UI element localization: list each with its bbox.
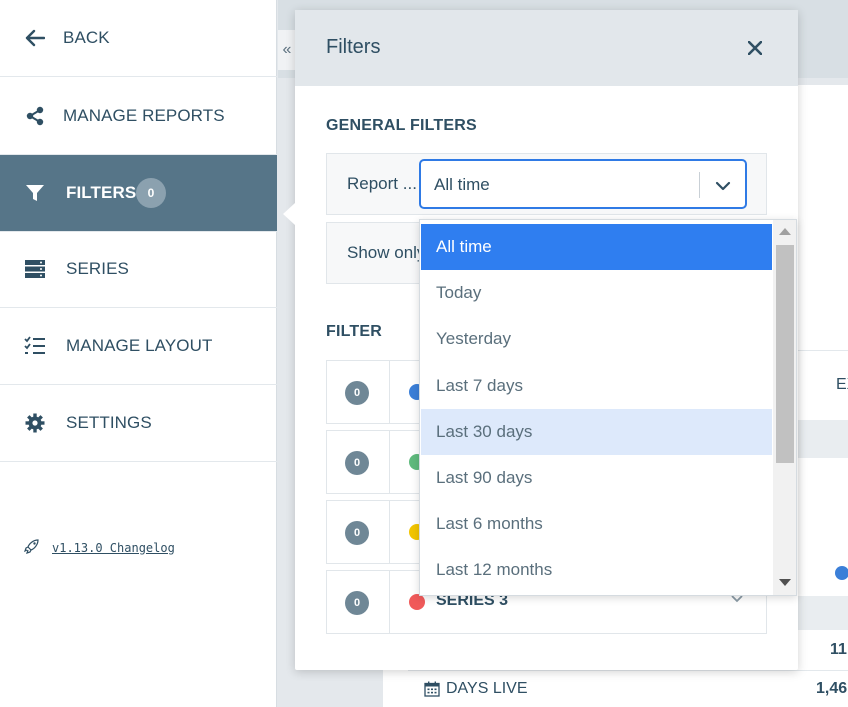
- back-button[interactable]: BACK: [0, 0, 277, 77]
- sidebar-item-label: FILTERS: [66, 183, 137, 202]
- sidebar-item-label: MANAGE REPORTS: [63, 106, 225, 125]
- divider: [389, 501, 390, 563]
- report-period-label: Report ...: [347, 174, 417, 193]
- report-period-dropdown: All time Today Yesterday Last 7 days Las…: [419, 219, 797, 596]
- changelog-text[interactable]: v1.13.0 Changelog: [52, 541, 175, 555]
- dropdown-option[interactable]: All time: [421, 224, 772, 270]
- dropdown-scrollbar[interactable]: [773, 220, 796, 595]
- close-icon[interactable]: [745, 36, 765, 60]
- dropdown-option[interactable]: Last 12 months: [421, 547, 772, 593]
- divider: [389, 431, 390, 493]
- series-filter-count: 0: [345, 591, 369, 615]
- sidebar-item-series[interactable]: SERIES: [0, 231, 277, 308]
- general-filters-heading: GENERAL FILTERS: [326, 117, 477, 134]
- series-color-dot: [409, 594, 425, 610]
- series-filter-count: 0: [345, 521, 369, 545]
- sidebar-item-filters[interactable]: FILTERS 0: [0, 155, 277, 232]
- modal-header: Filters: [295, 10, 798, 86]
- dropdown-option[interactable]: Yesterday: [421, 316, 772, 362]
- series-color-dot: [835, 566, 848, 580]
- calendar-icon: [424, 680, 442, 698]
- series-filter-count: 0: [345, 451, 369, 475]
- show-only-label: Show only: [347, 243, 426, 262]
- divider: [389, 361, 390, 423]
- active-item-pointer: [283, 203, 295, 225]
- dropdown-option[interactable]: Last 6 months: [421, 501, 772, 547]
- back-label: BACK: [63, 28, 110, 47]
- days-live-label: DAYS LIVE: [446, 680, 528, 697]
- modal-title: Filters: [326, 36, 381, 58]
- sidebar-item-manage-layout[interactable]: MANAGE LAYOUT: [0, 308, 277, 385]
- partial-stat-value: 11: [830, 641, 847, 658]
- scroll-thumb[interactable]: [776, 245, 794, 463]
- divider: [699, 172, 700, 198]
- report-period-selected-value: All time: [434, 175, 490, 194]
- dropdown-option[interactable]: Today: [421, 270, 772, 316]
- sidebar-item-manage-reports[interactable]: MANAGE REPORTS: [0, 78, 277, 155]
- divider: [389, 571, 390, 633]
- chevron-down-icon[interactable]: [711, 174, 735, 198]
- server-icon: [23, 257, 47, 281]
- scroll-up-arrow-icon[interactable]: [779, 228, 791, 235]
- checklist-icon: [23, 334, 47, 358]
- days-live-value: 1,46: [816, 680, 848, 697]
- arrow-left-icon: [23, 26, 47, 50]
- share-icon: [23, 104, 47, 128]
- filters-count-badge: 0: [136, 178, 166, 208]
- changelog-link[interactable]: v1.13.0 Changelog: [23, 538, 175, 557]
- collapse-sidebar-button[interactable]: «: [278, 30, 296, 70]
- dropdown-option[interactable]: Last 30 days: [421, 409, 772, 455]
- rocket-icon: [23, 538, 40, 557]
- dropdown-option[interactable]: Last 7 days: [421, 363, 772, 409]
- sidebar-item-settings[interactable]: SETTINGS: [0, 385, 277, 462]
- scroll-down-arrow-icon[interactable]: [779, 579, 791, 586]
- dropdown-option[interactable]: Last 90 days: [421, 455, 772, 501]
- days-live-row: DAYS LIVE 1,46: [408, 670, 848, 707]
- sidebar: BACK MANAGE REPORTS FILTERS 0 SERIES MAN…: [0, 0, 277, 707]
- sidebar-item-label: SETTINGS: [66, 413, 152, 432]
- report-period-select[interactable]: All time: [419, 159, 747, 209]
- sidebar-item-label: MANAGE LAYOUT: [66, 336, 213, 355]
- filter-heading: FILTER: [326, 323, 383, 340]
- partial-tab-label[interactable]: EX: [836, 376, 848, 394]
- gear-icon: [23, 411, 47, 435]
- series-filter-count: 0: [345, 381, 369, 405]
- funnel-icon: [23, 181, 47, 205]
- double-chevron-left-icon: «: [282, 41, 292, 58]
- sidebar-item-label: SERIES: [66, 259, 129, 278]
